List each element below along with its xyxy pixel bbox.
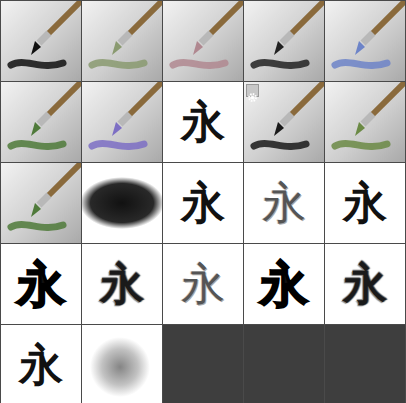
- stroke-sample: [92, 62, 144, 65]
- glyph-sample: 永: [262, 181, 306, 225]
- brush-preset[interactable]: 永: [1, 244, 81, 324]
- glyph-sample: 永: [181, 100, 225, 144]
- brush-icon: [325, 82, 405, 162]
- brush-preset[interactable]: [1, 163, 81, 243]
- glyph-sample: 永: [343, 181, 387, 225]
- glyph-sample: 永: [17, 260, 65, 308]
- brush-preset[interactable]: [82, 163, 162, 243]
- glyph-sample: 永: [181, 262, 225, 306]
- glyph-sample: 永: [181, 181, 225, 225]
- brush-preset-grid: 永永永永永永永永永永: [0, 0, 406, 403]
- brush-icon: [244, 1, 324, 81]
- stroke-sample: [11, 224, 63, 227]
- glyph-sample: 永: [343, 262, 387, 306]
- brush-preset[interactable]: [82, 325, 162, 403]
- brush-icon: [82, 82, 162, 162]
- brush-icon: [1, 163, 81, 243]
- brush-preset[interactable]: 永: [82, 244, 162, 324]
- brush-icon: [82, 1, 162, 81]
- brush-preset[interactable]: [163, 1, 243, 81]
- stroke-sample: [11, 143, 63, 146]
- glyph-sample: 永: [100, 262, 144, 306]
- brush-preset[interactable]: 永: [163, 82, 243, 162]
- brush-icon: [163, 1, 243, 81]
- brush-preset[interactable]: [325, 1, 405, 81]
- stroke-sample: [335, 62, 387, 65]
- glyph-sample: 永: [19, 343, 63, 387]
- brush-preset[interactable]: 永: [325, 163, 405, 243]
- stroke-sample: [11, 62, 63, 65]
- stroke-sample: [92, 143, 144, 146]
- empty-slot: [244, 325, 324, 403]
- stroke-sample: [254, 143, 306, 146]
- brush-preset[interactable]: [82, 1, 162, 81]
- brush-icon: [1, 1, 81, 81]
- empty-slot: [325, 325, 405, 403]
- brush-preset[interactable]: 永: [325, 244, 405, 324]
- brush-preset[interactable]: [82, 82, 162, 162]
- brush-preset[interactable]: [244, 82, 324, 162]
- ink-blot-icon: [82, 163, 162, 243]
- brush-icon: [325, 1, 405, 81]
- stroke-sample: [173, 62, 225, 65]
- brush-preset[interactable]: 永: [244, 163, 324, 243]
- glyph-sample: 永: [260, 260, 308, 308]
- brush-preset[interactable]: [1, 82, 81, 162]
- brush-preset[interactable]: [1, 1, 81, 81]
- brush-preset[interactable]: [244, 1, 324, 81]
- brush-preset[interactable]: 永: [163, 244, 243, 324]
- brush-preset[interactable]: 永: [244, 244, 324, 324]
- brush-icon: [1, 82, 81, 162]
- stroke-sample: [254, 62, 306, 65]
- brush-preset[interactable]: [325, 82, 405, 162]
- empty-slot: [163, 325, 243, 403]
- soft-blot-icon: [82, 325, 162, 403]
- stroke-sample: [335, 143, 387, 146]
- brush-preset[interactable]: 永: [163, 163, 243, 243]
- brush-preset[interactable]: 永: [1, 325, 81, 403]
- gear-icon[interactable]: [246, 84, 259, 97]
